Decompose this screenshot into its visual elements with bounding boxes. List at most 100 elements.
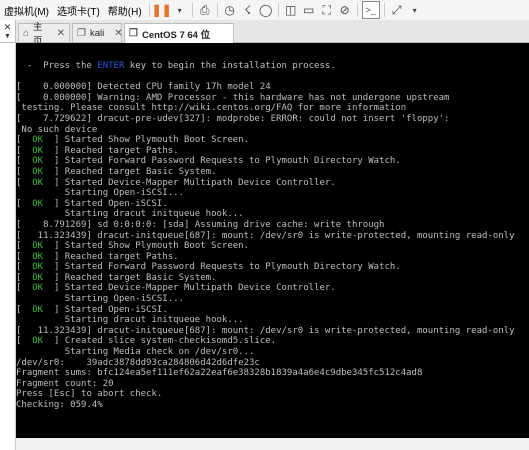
ok-status: OK — [32, 135, 44, 146]
sidebar-view-icon[interactable]: ◫ — [283, 2, 299, 18]
console-line: [ OK ] Reached target Paths. — [16, 146, 529, 157]
console-text: ] Reached target Basic System. — [43, 272, 217, 283]
console-line: [ OK ] Reached target Basic System. — [16, 167, 529, 178]
console-line: - Press the ENTER key to begin the insta… — [16, 61, 529, 72]
console-line: [ OK ] Started Forward Password Requests… — [16, 262, 529, 273]
console-line: [ 7.729622] dracut-pre-udev[327]: modpro… — [16, 114, 529, 125]
console-line: [ OK ] Started Show Plymouth Boot Screen… — [16, 135, 529, 146]
console-text: testing. Please consult http://wiki.cent… — [16, 103, 407, 114]
menu-help[interactable]: 帮助(H) — [104, 3, 146, 18]
ok-status: OK — [32, 241, 44, 252]
home-icon: ⌂ — [23, 27, 30, 39]
console-text: [ 0.000000] Detected CPU family 17h mode… — [16, 82, 271, 93]
console-text: ] Started Device-Mapper Multipath Device… — [43, 177, 336, 188]
console-text: key to begin the installation process. — [124, 61, 336, 71]
console-line: No such device — [16, 125, 529, 136]
revert-snapshot-icon[interactable]: ☇ — [240, 2, 256, 18]
ok-status: OK — [32, 304, 44, 315]
console-line: Checking: 059.4% — [16, 400, 529, 411]
vm-icon: ❐ — [77, 27, 86, 39]
toolbar-divider — [191, 3, 193, 17]
console-line: [ 11.323439] dracut-initqueue[687]: moun… — [16, 231, 529, 242]
console-text: [ — [16, 166, 33, 177]
console-line: Starting dracut initqueue hook... — [16, 209, 529, 220]
ok-status: OK — [32, 156, 44, 167]
tab-strip: ✕ ▼ ⌂ 主页 ✕ ❐ kali ✕ ❐ CentOS 7 64 位 — [0, 20, 529, 47]
console-line: [ 0.000000] Detected CPU family 17h mode… — [16, 82, 529, 93]
vm-screen[interactable]: - Press the ENTER key to begin the insta… — [16, 43, 529, 438]
console-text: Fragment sums: bfc124ea5ef111ef62a22eaf6… — [16, 368, 423, 379]
console-icon[interactable]: >_ — [361, 1, 380, 19]
console-text: ] Created slice system-checkisomd5.slice… — [43, 336, 277, 347]
console-text: [ — [16, 336, 33, 347]
tab-label: kali — [89, 27, 105, 39]
dropdown-arrow-icon[interactable]: ▾ — [172, 2, 188, 18]
stretch-icon[interactable]: ⤢ — [389, 2, 405, 18]
console-line: Fragment sums: bfc124ea5ef111ef62a22eaf6… — [16, 368, 529, 379]
ok-status: OK — [32, 166, 44, 177]
single-view-icon[interactable]: ▭ — [301, 2, 317, 18]
console-line: [ OK ] Started Show Plymouth Boot Screen… — [16, 241, 529, 252]
library-toggle[interactable]: ✕ ▼ — [0, 20, 16, 42]
console-text: Starting Open-iSCSI... — [16, 294, 184, 305]
console-text: [ 7.729622] dracut-pre-udev[327]: modpro… — [16, 113, 450, 124]
console-text: [ 11.323439] dracut-initqueue[687]: moun… — [16, 230, 515, 241]
ok-status: OK — [32, 198, 44, 209]
console-line: Starting Open-iSCSI... — [16, 294, 529, 305]
ok-status: OK — [32, 145, 44, 156]
console-text: Starting Open-iSCSI... — [16, 188, 184, 199]
tab-kali[interactable]: ❐ kali ✕ — [72, 23, 123, 42]
ok-status: OK — [32, 177, 44, 188]
console-line: [ OK ] Started Open-iSCSI. — [16, 199, 529, 210]
ok-status: OK — [32, 283, 44, 294]
console-text: No such device — [16, 124, 98, 135]
console-text: [ — [16, 156, 33, 167]
console-line: [ OK ] Started Device-Mapper Multipath D… — [16, 178, 529, 189]
chevron-down-icon[interactable]: ▼ — [4, 33, 11, 40]
console-line: [ OK ] Started Device-Mapper Multipath D… — [16, 283, 529, 294]
tab-centos[interactable]: ❐ CentOS 7 64 位 — [124, 23, 234, 43]
fullscreen-icon[interactable]: ⛶ — [319, 2, 335, 18]
vm-icon: ❐ — [129, 28, 138, 39]
console-text: ] Reached target Paths. — [43, 251, 179, 262]
key-name: ENTER — [97, 61, 125, 71]
menu-vm[interactable]: 虚拟机(M) — [0, 3, 53, 18]
console-text: Press [Esc] to abort check. — [16, 389, 163, 400]
toolbar-divider — [277, 3, 279, 17]
snapshot-icon[interactable]: ◷ — [222, 2, 238, 18]
console-text: [ — [16, 135, 33, 146]
close-icon[interactable]: ✕ — [4, 22, 12, 33]
ok-status: OK — [32, 262, 44, 273]
console-text: - Press the — [16, 61, 98, 71]
console-text: ] Started Forward Password Requests to P… — [43, 262, 401, 273]
console-text: [ 8.791269] sd 0:0:0:0: [sda] Assuming d… — [16, 219, 385, 230]
console-text: ] Started Open-iSCSI. — [43, 304, 168, 315]
console-text: /dev/sr0: 39adc3878dd93ca284806d42d6dfe2… — [16, 357, 260, 368]
library-panel — [0, 43, 16, 450]
console-line: [ OK ] Reached target Paths. — [16, 252, 529, 263]
console-text: ] Started Device-Mapper Multipath Device… — [43, 283, 336, 294]
console-text: [ — [16, 283, 33, 294]
console-text: ] Reached target Basic System. — [43, 166, 217, 177]
console-text: Starting dracut initqueue hook... — [16, 315, 244, 326]
close-icon[interactable]: ✕ — [57, 28, 65, 39]
pause-icon[interactable]: ❚❚ — [152, 2, 172, 18]
dropdown-arrow-icon[interactable]: ▾ — [407, 2, 423, 18]
console-line: testing. Please consult http://wiki.cent… — [16, 103, 529, 114]
console-text: [ — [16, 177, 33, 188]
tab-home[interactable]: ⌂ 主页 ✕ — [18, 22, 70, 47]
console-line: [ OK ] Started Open-iSCSI. — [16, 305, 529, 316]
unity-icon[interactable]: ⊘ — [337, 2, 353, 18]
toolbar-divider — [383, 3, 385, 17]
console-line: Fragment count: 20 — [16, 379, 529, 390]
close-icon[interactable]: ✕ — [114, 28, 122, 39]
console-text: ] Started Show Plymouth Boot Screen. — [43, 241, 250, 252]
send-keys-icon[interactable]: ⎙ — [197, 2, 213, 18]
console-text: [ — [16, 241, 33, 252]
menu-tabs[interactable]: 选项卡(T) — [53, 3, 104, 18]
snapshot-manager-icon[interactable]: ◯ — [258, 2, 274, 18]
menu-bar: 虚拟机(M) 选项卡(T) 帮助(H) ❚❚ ▾ ⎙ ◷ ☇ ◯ ◫ ▭ ⛶ ⊘… — [0, 0, 529, 20]
console-text: Starting Media check on /dev/sr0... — [16, 347, 255, 358]
ok-status: OK — [32, 336, 44, 347]
console-text: ] Started Show Plymouth Boot Screen. — [43, 135, 250, 146]
